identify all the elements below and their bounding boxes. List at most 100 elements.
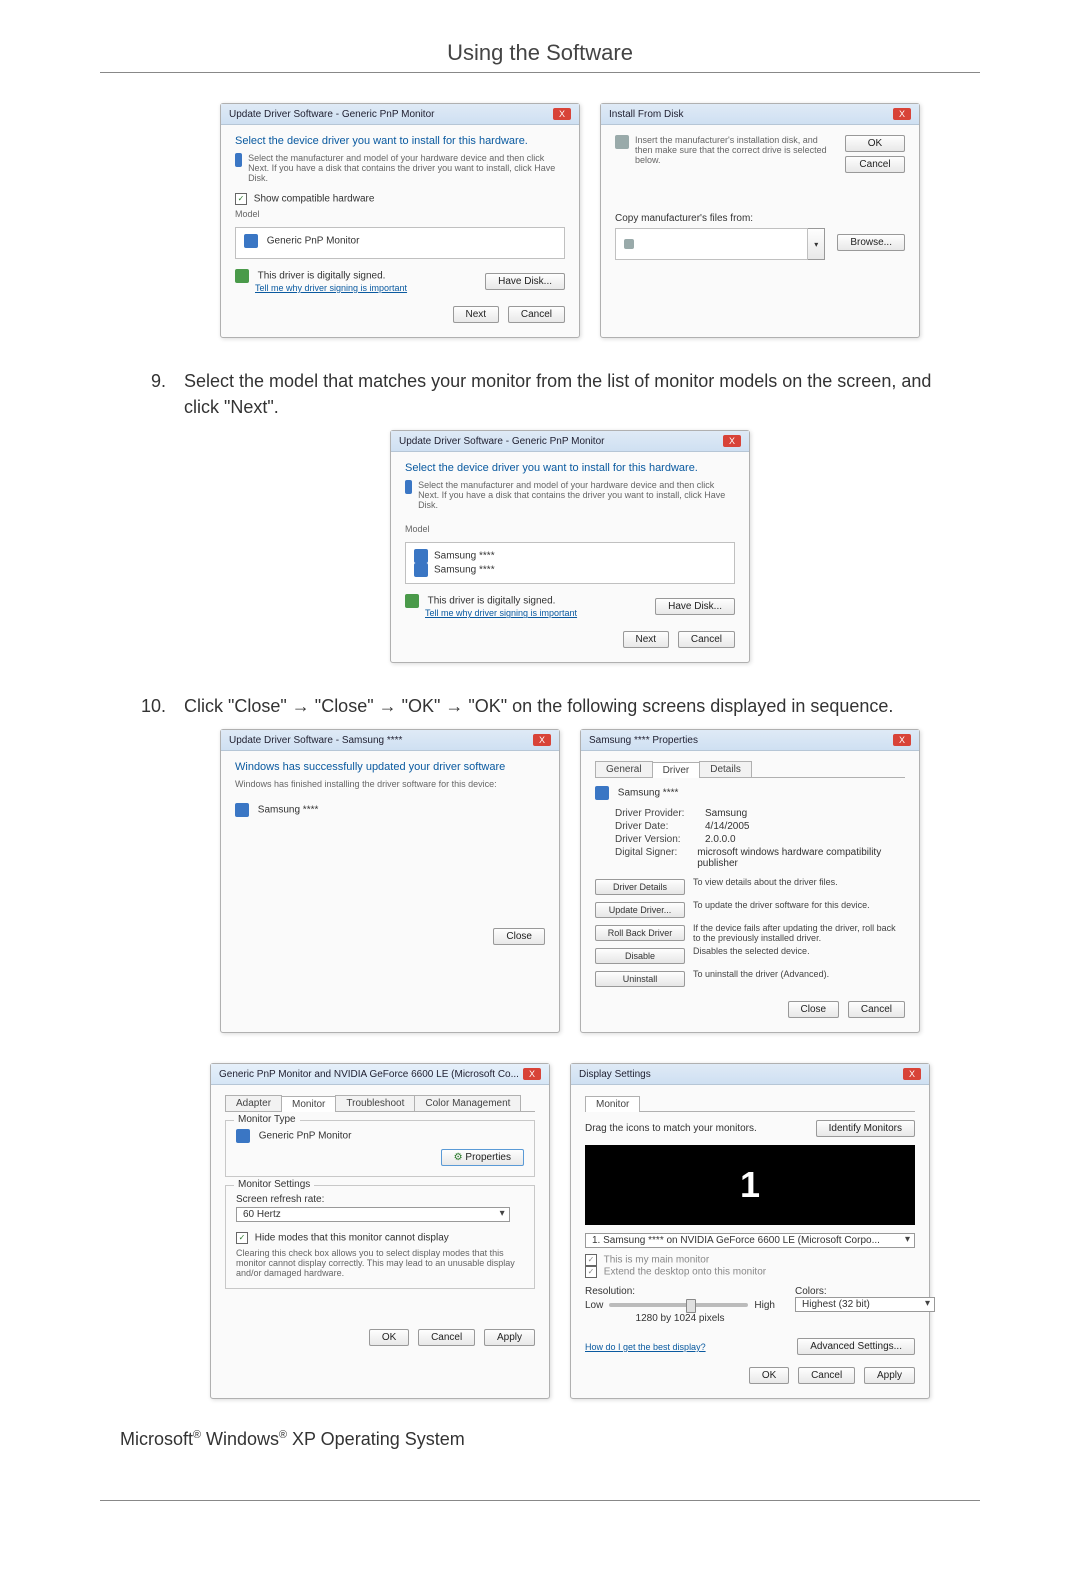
slider-thumb[interactable] xyxy=(686,1299,696,1313)
tab-color-management[interactable]: Color Management xyxy=(414,1095,521,1111)
window-title: Install From Disk xyxy=(609,109,683,120)
update-driver-button[interactable]: Update Driver... xyxy=(595,902,685,918)
driver-icon xyxy=(235,153,242,167)
cancel-button[interactable]: Cancel xyxy=(798,1367,855,1384)
monitor-type-group: Monitor Type Generic PnP Monitor ⚙ Prope… xyxy=(225,1120,535,1177)
success-line: Windows has finished installing the driv… xyxy=(235,779,545,789)
tab-troubleshoot[interactable]: Troubleshoot xyxy=(335,1095,415,1111)
button-description: To view details about the driver files. xyxy=(693,877,905,887)
button-description: Disables the selected device. xyxy=(693,946,905,956)
rollback-driver-button[interactable]: Roll Back Driver xyxy=(595,925,685,941)
step-9: 9. Select the model that matches your mo… xyxy=(120,368,960,420)
refresh-rate-select[interactable]: 60 Hertz xyxy=(236,1207,510,1222)
model-list[interactable]: Samsung **** Samsung **** xyxy=(405,542,735,584)
step-number: 10. xyxy=(120,693,184,719)
device-properties-window: Samsung **** Properties X General Driver… xyxy=(580,729,920,1033)
signing-link[interactable]: Tell me why driver signing is important xyxy=(425,608,577,618)
tabstrip: Adapter Monitor Troubleshoot Color Manag… xyxy=(225,1095,535,1112)
monitor-type-value: Generic PnP Monitor xyxy=(259,1131,352,1142)
tab-monitor[interactable]: Monitor xyxy=(281,1096,336,1112)
have-disk-button[interactable]: Have Disk... xyxy=(655,598,735,615)
identify-monitors-button[interactable]: Identify Monitors xyxy=(816,1120,915,1137)
window-title: Update Driver Software - Generic PnP Mon… xyxy=(229,109,434,120)
copy-from-input[interactable] xyxy=(615,228,808,260)
cancel-button[interactable]: Cancel xyxy=(418,1329,475,1346)
success-heading: Windows has successfully updated your dr… xyxy=(235,761,545,773)
close-icon[interactable]: X xyxy=(903,1068,921,1080)
close-button[interactable]: Close xyxy=(493,928,545,945)
tab-details[interactable]: Details xyxy=(699,761,752,777)
tab-adapter[interactable]: Adapter xyxy=(225,1095,282,1111)
monitor-icon xyxy=(235,803,249,817)
close-icon[interactable]: X xyxy=(523,1068,541,1080)
compat-checkbox[interactable]: ✓ xyxy=(235,193,247,205)
model-list[interactable]: Generic PnP Monitor xyxy=(235,227,565,259)
tab-driver[interactable]: Driver xyxy=(652,762,701,778)
cancel-button[interactable]: Cancel xyxy=(848,1001,905,1018)
driver-details-button[interactable]: Driver Details xyxy=(595,879,685,895)
apply-button[interactable]: Apply xyxy=(864,1367,915,1384)
footer-text-a: Microsoft xyxy=(120,1429,193,1449)
window-titlebar: Generic PnP Monitor and NVIDIA GeForce 6… xyxy=(211,1064,549,1085)
ok-button[interactable]: OK xyxy=(369,1329,409,1346)
model-item[interactable]: Generic PnP Monitor xyxy=(267,236,360,247)
monitor-select[interactable]: 1. Samsung **** on NVIDIA GeForce 6600 L… xyxy=(585,1233,915,1248)
wizard-instructions: Select the manufacturer and model of you… xyxy=(248,153,565,183)
display-settings-window: Display Settings X Monitor Drag the icon… xyxy=(570,1063,930,1399)
model-item[interactable]: Samsung **** xyxy=(434,551,495,562)
disable-button[interactable]: Disable xyxy=(595,948,685,964)
slider-low-label: Low xyxy=(585,1300,603,1311)
hide-modes-checkbox[interactable]: ✓ xyxy=(236,1232,248,1244)
step-text: Click "Close" → "Close" → "OK" → "OK" on… xyxy=(184,693,893,719)
browse-button[interactable]: Browse... xyxy=(837,234,905,251)
main-monitor-checkbox: ✓ xyxy=(585,1254,597,1266)
close-icon[interactable]: X xyxy=(553,108,571,120)
cancel-button[interactable]: Cancel xyxy=(508,306,565,323)
monitor-settings-group: Monitor Settings Screen refresh rate: 60… xyxy=(225,1185,535,1289)
monitor-icon xyxy=(236,1129,250,1143)
update-success-window: Update Driver Software - Samsung **** X … xyxy=(220,729,560,1033)
resolution-value: 1280 by 1024 pixels xyxy=(585,1313,775,1324)
cancel-button[interactable]: Cancel xyxy=(845,156,905,173)
wizard-heading: Select the device driver you want to ins… xyxy=(405,462,735,474)
next-button[interactable]: Next xyxy=(453,306,500,323)
page-root: Using the Software Update Driver Softwar… xyxy=(0,0,1080,1581)
wizard-heading: Select the device driver you want to ins… xyxy=(235,135,565,147)
signed-text: This driver is digitally signed. xyxy=(258,271,386,282)
colors-select[interactable]: Highest (32 bit) xyxy=(795,1297,935,1312)
close-icon[interactable]: X xyxy=(893,108,911,120)
uninstall-button[interactable]: Uninstall xyxy=(595,971,685,987)
cancel-button[interactable]: Cancel xyxy=(678,631,735,648)
close-icon[interactable]: X xyxy=(723,435,741,447)
model-column-header: Model xyxy=(405,524,735,534)
tab-general[interactable]: General xyxy=(595,761,653,777)
monitor-properties-window: Generic PnP Monitor and NVIDIA GeForce 6… xyxy=(210,1063,550,1399)
properties-button[interactable]: ⚙ Properties xyxy=(441,1149,524,1166)
apply-button[interactable]: Apply xyxy=(484,1329,535,1346)
device-name: Samsung **** xyxy=(618,788,679,799)
tab-monitor[interactable]: Monitor xyxy=(585,1096,640,1112)
have-disk-button[interactable]: Have Disk... xyxy=(485,273,565,290)
close-button[interactable]: Close xyxy=(788,1001,840,1018)
close-icon[interactable]: X xyxy=(533,734,551,746)
properties-label: Properties xyxy=(465,1152,511,1163)
resolution-slider[interactable] xyxy=(609,1303,748,1307)
model-column-header: Model xyxy=(235,209,565,219)
group-legend: Monitor Settings xyxy=(234,1179,314,1190)
ok-button[interactable]: OK xyxy=(749,1367,789,1384)
close-icon[interactable]: X xyxy=(893,734,911,746)
monitor-preview[interactable]: 1 xyxy=(585,1145,915,1225)
hide-modes-description: Clearing this check box allows you to se… xyxy=(236,1248,524,1278)
best-display-link[interactable]: How do I get the best display? xyxy=(585,1342,706,1352)
signing-link[interactable]: Tell me why driver signing is important xyxy=(255,283,407,293)
advanced-settings-button[interactable]: Advanced Settings... xyxy=(797,1338,915,1355)
chevron-down-icon[interactable]: ▾ xyxy=(808,228,825,260)
registered-icon: ® xyxy=(279,1429,287,1441)
model-item[interactable]: Samsung **** xyxy=(434,565,495,576)
window-title: Update Driver Software - Samsung **** xyxy=(229,735,402,746)
signed-icon xyxy=(235,269,249,283)
title-underline xyxy=(100,72,980,73)
prop-value: 2.0.0.0 xyxy=(705,834,736,845)
ok-button[interactable]: OK xyxy=(845,135,905,152)
next-button[interactable]: Next xyxy=(623,631,670,648)
